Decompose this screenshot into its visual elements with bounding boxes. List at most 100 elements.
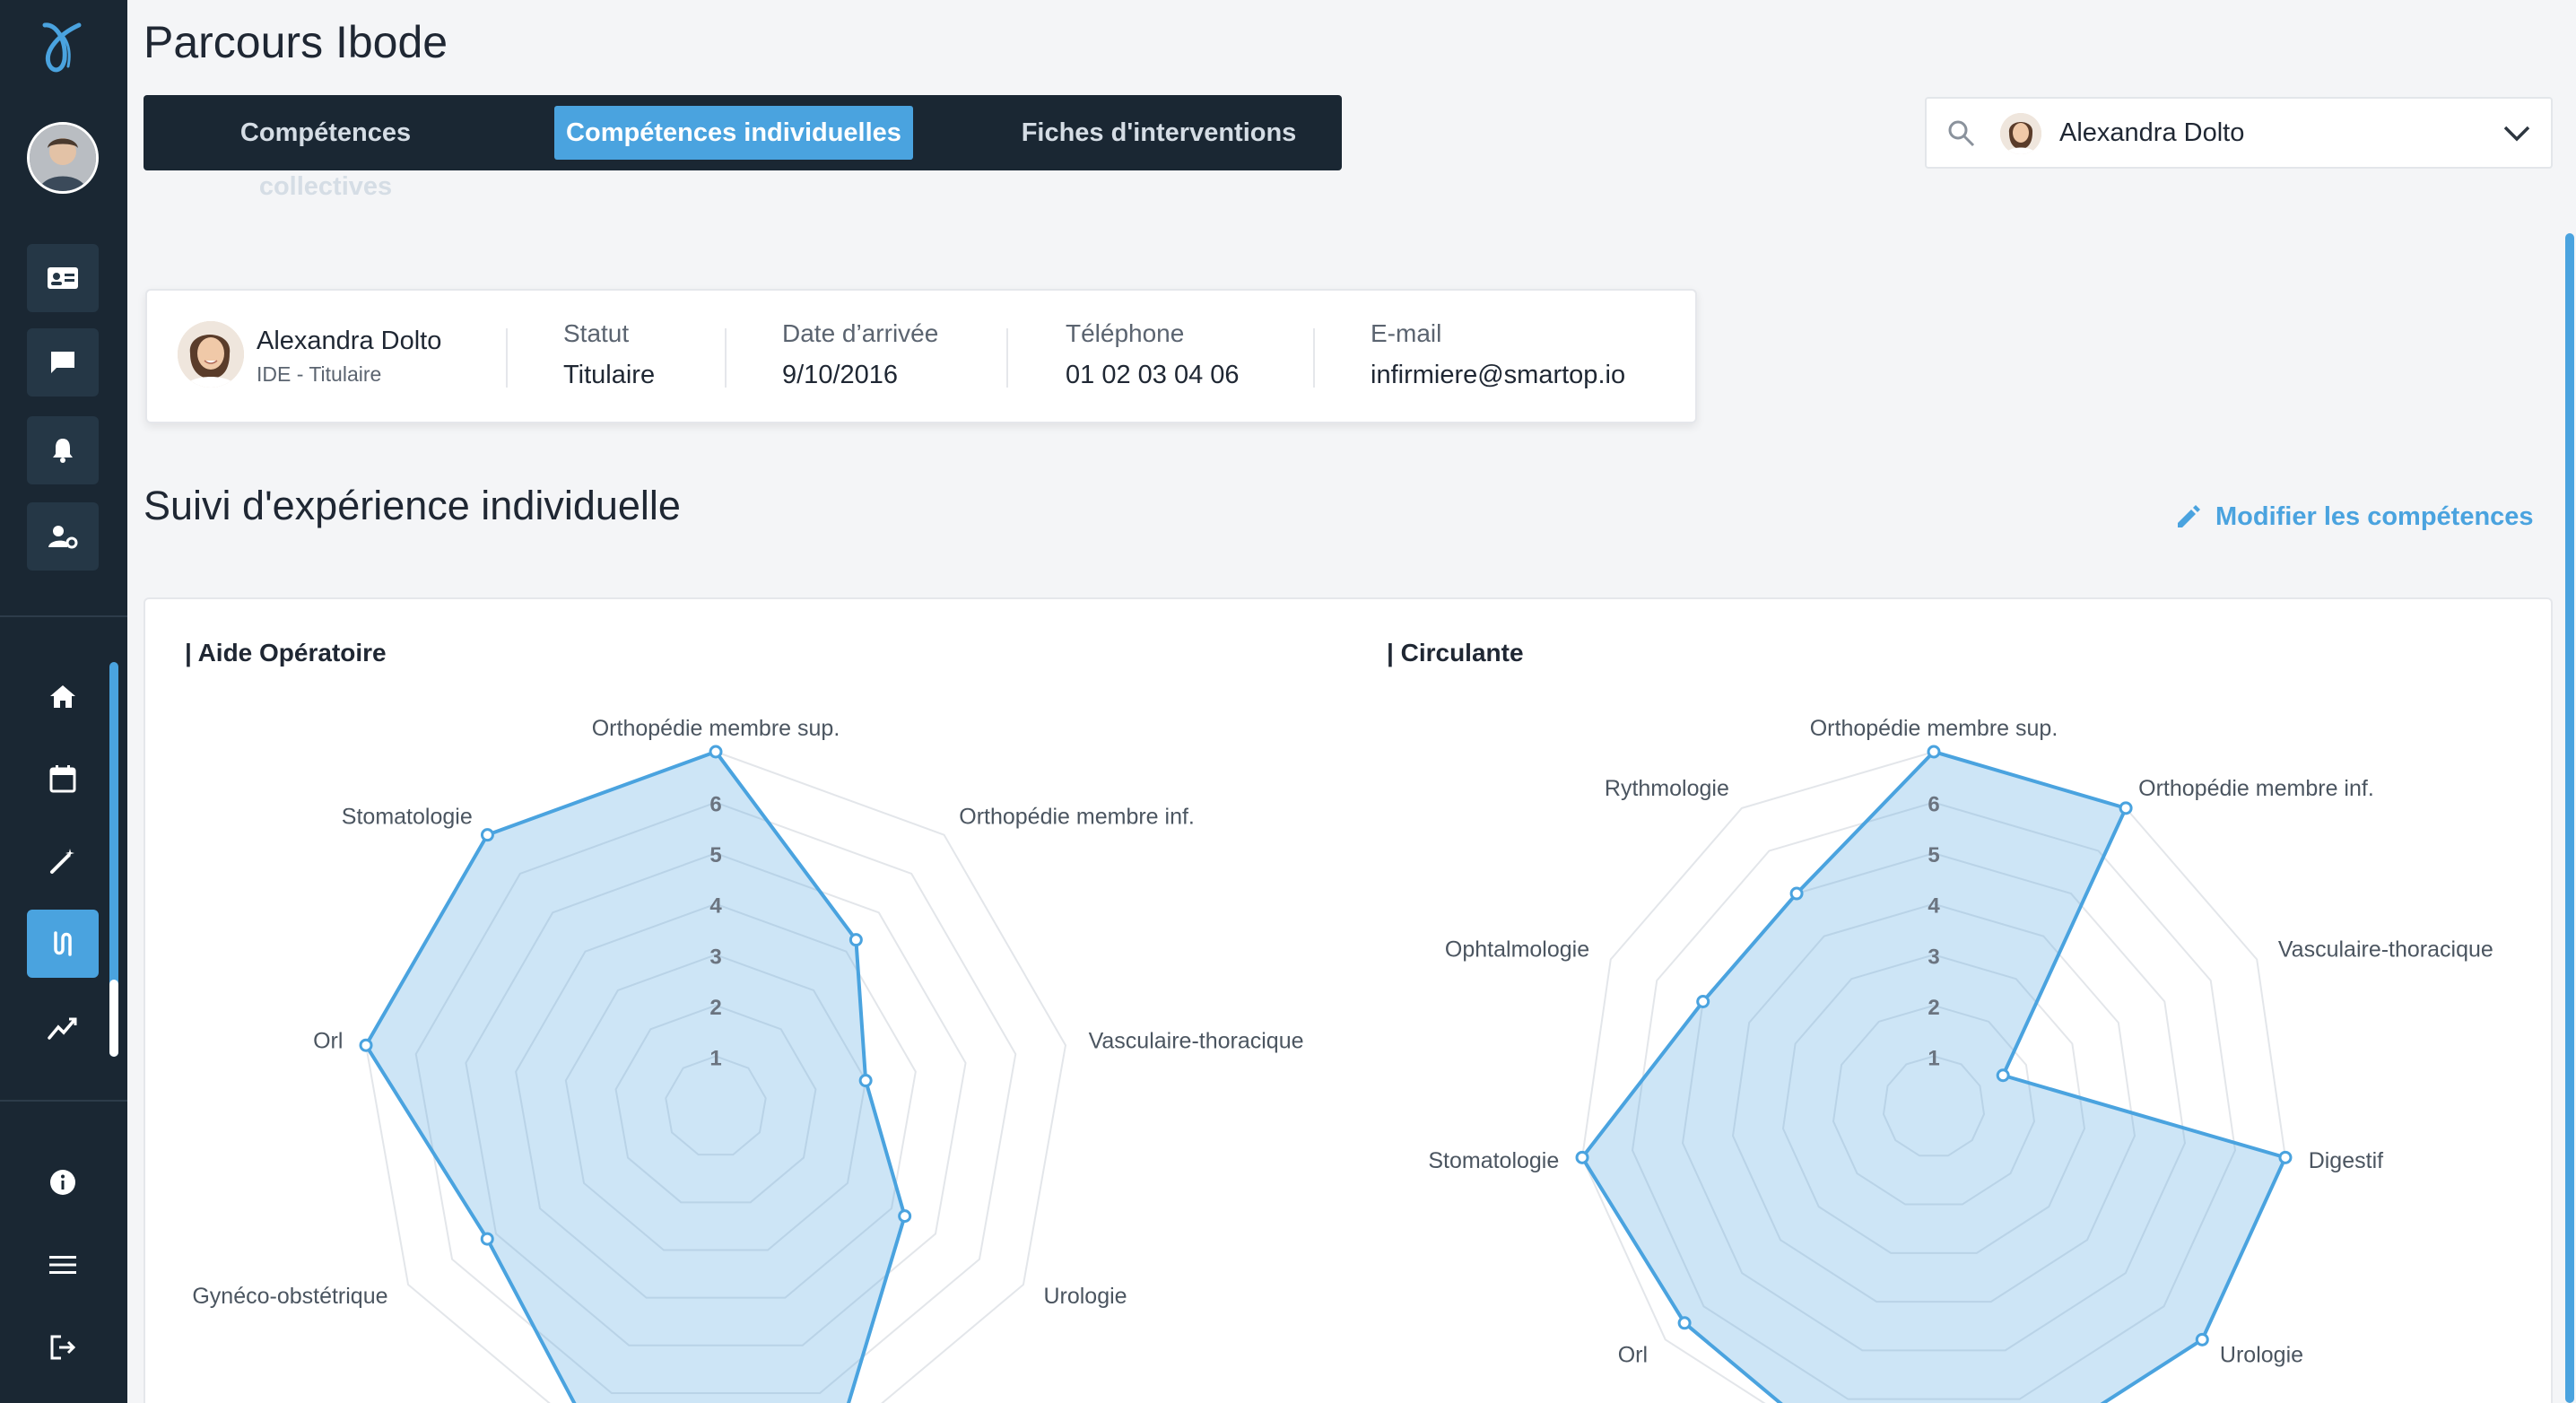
radar-axis-label: Stomatologie [1428, 1148, 1559, 1173]
chat-icon [51, 352, 74, 373]
radar-axis-label: Urologie [2220, 1342, 2303, 1367]
selected-user-name: Alexandra Dolto [2059, 118, 2245, 147]
radar-axis-label: Rythmologie [1605, 776, 1729, 801]
divider [1006, 328, 1008, 388]
radar-scale-label: 1 [1928, 1046, 1939, 1070]
radar-axis-label: Vasculaire-thoracique [1089, 1029, 1304, 1054]
sidebar-item-stats[interactable] [27, 994, 99, 1062]
radar-axis-label: Orthopédie membre sup. [1810, 716, 2058, 741]
radar-data-point[interactable] [2278, 1150, 2293, 1164]
radar-data-point[interactable] [480, 1232, 494, 1246]
radar-axis-label: Orthopédie membre inf. [959, 805, 1195, 830]
radar-axis-label: Orl [313, 1029, 343, 1054]
tab-fiches-interventions[interactable]: Fiches d'interventions [997, 106, 1320, 160]
sidebar-item-menu[interactable] [27, 1231, 99, 1299]
radar-data-point[interactable] [849, 933, 863, 947]
search-icon [1948, 120, 1975, 147]
avatar[interactable] [27, 122, 99, 194]
email-label: E-mail [1371, 319, 1442, 347]
sidebar-item-info[interactable] [27, 1148, 99, 1216]
divider [725, 328, 727, 388]
radar-data-point[interactable] [2195, 1332, 2209, 1346]
info-icon [50, 1170, 75, 1195]
radar-data-point[interactable] [1677, 1316, 1692, 1330]
sidebar-item-calendar[interactable] [27, 745, 99, 813]
sidebar-item-logout[interactable] [27, 1313, 99, 1381]
radar-scale-label: 3 [709, 945, 721, 969]
app-logo[interactable] [39, 20, 88, 77]
radar-scale-label: 6 [1928, 793, 1939, 817]
radar-axis-label: Vasculaire-thoracique [2278, 937, 2493, 963]
radar-data-point[interactable] [1696, 994, 1710, 1008]
contact-card-icon [48, 267, 78, 289]
page-title: Parcours Ibode [144, 17, 448, 67]
radar-scale-label: 3 [1928, 945, 1939, 969]
radar-axis-label: Urologie [1043, 1284, 1127, 1309]
radar-scale-label: 5 [1928, 843, 1939, 867]
phone-value: 01 02 03 04 06 [1066, 361, 1240, 389]
selected-user-avatar [2000, 113, 2041, 154]
tab-bar: Compétences collectives Compétences indi… [144, 95, 1342, 201]
profile-card: Alexandra Dolto IDE - Titulaire Statut T… [145, 289, 1697, 423]
tab-competences-individuelles[interactable]: Compétences individuelles [554, 106, 913, 160]
radar-axis-label: Orl [1618, 1342, 1648, 1367]
profile-role: IDE - Titulaire [257, 362, 382, 386]
user-settings-icon [48, 526, 78, 549]
radar-axis-label: Orthopédie membre inf. [2138, 776, 2374, 801]
divider [506, 328, 508, 388]
magic-wand-icon [50, 849, 74, 874]
sidebar-scrollbar-thumb[interactable] [109, 980, 118, 1057]
chevron-down-icon[interactable] [2502, 124, 2531, 144]
edit-competences-label: Modifier les compétences [2215, 501, 2534, 531]
user-select[interactable]: Alexandra Dolto [1925, 97, 2553, 169]
radar-scale-label: 6 [709, 793, 721, 817]
email-value[interactable]: infirmiere@smartop.io [1371, 361, 1625, 390]
sidebar [0, 0, 127, 1403]
messages-button[interactable] [27, 328, 99, 396]
radar-data-point[interactable] [2119, 801, 2133, 815]
radar-scale-label: 2 [709, 996, 721, 1020]
statut-label: Statut [563, 319, 630, 347]
pencil-icon [2178, 505, 2200, 527]
date-value: 9/10/2016 [782, 361, 899, 389]
sidebar-divider [0, 1100, 127, 1102]
radar-data-point[interactable] [709, 745, 723, 759]
radar-chart-circulante: 1 2 3 4 5 6 Orthopédie membre sup. Orthopédie m… [1428, 716, 2493, 1403]
radar-data-point[interactable] [480, 828, 494, 842]
tab-competences-collectives[interactable]: Compétences collectives [178, 106, 474, 201]
radar-data-point[interactable] [359, 1038, 373, 1052]
edit-competences-button[interactable]: Modifier les compétences [2174, 499, 2534, 535]
radar-data-point[interactable] [1575, 1150, 1589, 1164]
calendar-icon [49, 765, 76, 793]
radar-chart-aide-operatoire: 1 2 3 4 5 6 Orthopédie membre sup. Orthopédie m… [192, 716, 1304, 1403]
divider [1313, 328, 1315, 388]
radar-data-point[interactable] [858, 1074, 873, 1088]
contacts-button[interactable] [27, 244, 99, 312]
radar-axis-label: Digestif [2309, 1148, 2383, 1173]
home-icon [50, 685, 75, 708]
logout-icon [50, 1335, 76, 1360]
section-title: Suivi d'expérience individuelle [144, 483, 681, 528]
radar-data-point[interactable] [1996, 1068, 2010, 1083]
radar-scale-label: 4 [1928, 894, 1940, 919]
route-icon [54, 931, 72, 956]
radar-data-point[interactable] [898, 1209, 912, 1224]
radar-data-point[interactable] [1789, 886, 1804, 901]
radar-data-point[interactable] [1927, 745, 1941, 759]
main-scrollbar[interactable] [2565, 233, 2574, 1403]
radar-axis-label: Orthopédie membre sup. [592, 716, 840, 741]
radar-scale-label: 5 [709, 843, 721, 867]
radar-axis-label: Stomatologie [342, 805, 473, 830]
sidebar-item-home[interactable] [27, 662, 99, 730]
radar-axis-label: Gynéco-obstétrique [192, 1284, 387, 1309]
user-settings-button[interactable] [27, 502, 99, 571]
sidebar-item-tools[interactable] [27, 827, 99, 895]
radar-axis-label: Ophtalmologie [1445, 937, 1589, 963]
sidebar-item-parcours[interactable] [27, 910, 99, 978]
profile-name: Alexandra Dolto [257, 327, 442, 355]
notifications-button[interactable] [27, 416, 99, 484]
statut-value: Titulaire [563, 361, 656, 389]
sidebar-divider [0, 615, 127, 617]
bell-icon [53, 439, 73, 463]
trending-icon [48, 1017, 77, 1040]
